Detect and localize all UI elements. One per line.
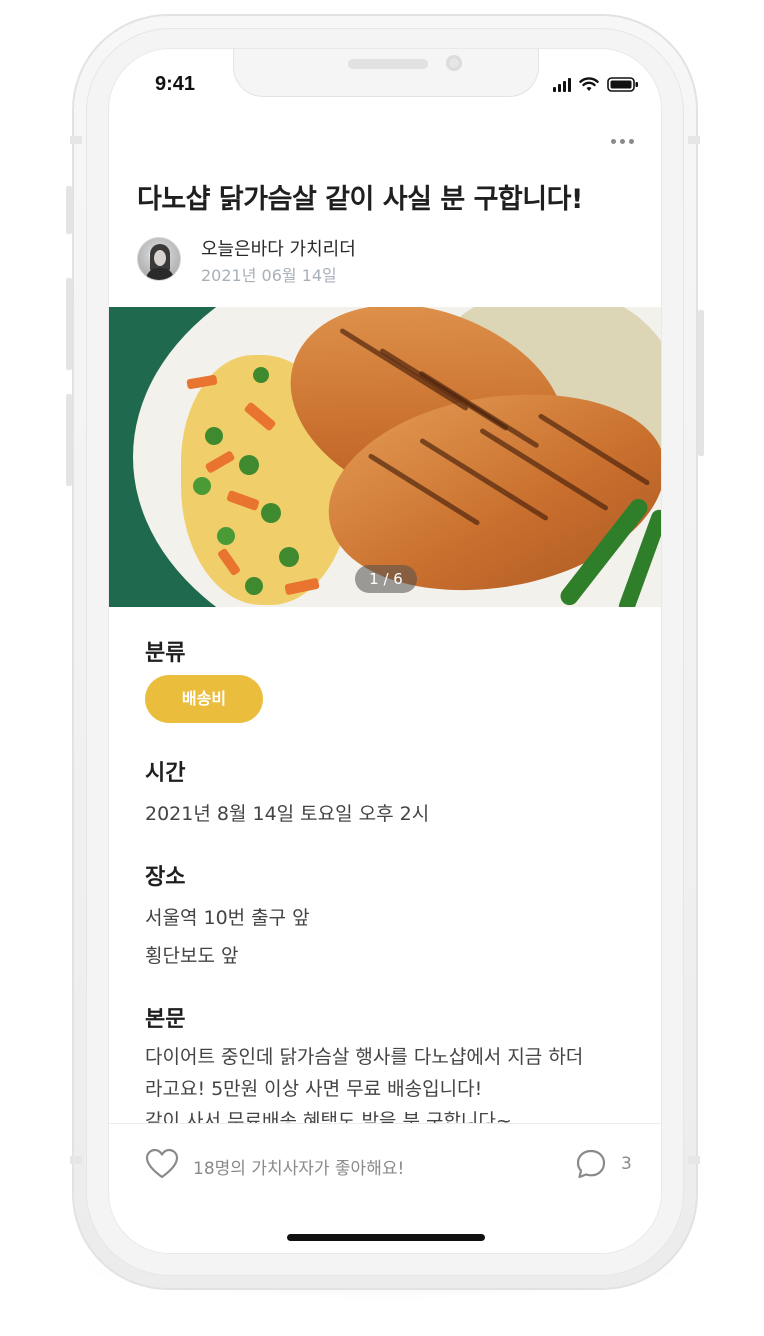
likes-text: 18명의 가치사자가 좋아해요! <box>193 1159 405 1179</box>
place-line: 서울역 10번 출구 앞 <box>145 907 310 929</box>
body-label: 본문 <box>145 1007 186 1032</box>
pea <box>239 455 259 475</box>
volume-up-button <box>66 278 72 370</box>
body-line: 라고요! 5만원 이상 사면 무료 배송입니다! <box>145 1078 483 1100</box>
pea <box>245 577 263 595</box>
category-chip[interactable]: 배송비 <box>145 675 263 723</box>
pea <box>261 503 281 523</box>
home-indicator[interactable] <box>287 1234 485 1241</box>
author-name[interactable]: 오늘은바다 가치리더 <box>201 235 356 261</box>
image-pager: 1 / 6 <box>355 565 417 593</box>
wifi-icon <box>579 77 599 91</box>
post-title: 다노샵 닭가슴살 같이 사실 분 구합니다! <box>137 184 583 215</box>
post-date: 2021년 06월 14일 <box>201 266 337 285</box>
pea <box>279 547 299 567</box>
camera <box>446 55 462 71</box>
status-time: 9:41 <box>155 73 196 95</box>
heart-icon[interactable] <box>145 1148 179 1180</box>
pea <box>217 527 235 545</box>
antenna-band <box>70 136 82 144</box>
pea <box>193 477 211 495</box>
antenna-band <box>688 136 700 144</box>
place-label: 장소 <box>145 865 186 890</box>
battery-icon <box>607 77 638 92</box>
time-value: 2021년 8월 14일 토요일 오후 2시 <box>145 803 430 825</box>
bottom-action-bar: 18명의 가치사자가 좋아해요! 3 <box>109 1123 661 1253</box>
speaker <box>348 59 428 69</box>
place-line: 횡단보도 앞 <box>145 945 239 967</box>
antenna-band <box>70 1156 82 1164</box>
antenna-band <box>688 1156 700 1164</box>
comment-icon[interactable] <box>575 1148 607 1180</box>
category-label: 분류 <box>145 641 186 666</box>
time-label: 시간 <box>145 761 186 786</box>
pea <box>253 367 269 383</box>
avatar[interactable] <box>137 237 181 281</box>
pea <box>205 427 223 445</box>
notch <box>233 49 539 97</box>
app-screen: 9:41 다노샵 닭가슴살 같이 사실 분 구합니다! 오늘은바다 가치리더 2… <box>108 48 662 1254</box>
mute-switch <box>66 186 72 234</box>
power-button <box>698 310 704 456</box>
volume-down-button <box>66 394 72 486</box>
post-image-carousel[interactable]: 1 / 6 <box>109 307 661 607</box>
comment-count: 3 <box>621 1154 632 1174</box>
more-icon[interactable] <box>611 135 637 147</box>
status-icons <box>553 77 639 92</box>
body-line: 다이어트 중인데 닭가슴살 행사를 다노샵에서 지금 하더 <box>145 1046 584 1068</box>
signal-icon <box>553 77 571 92</box>
